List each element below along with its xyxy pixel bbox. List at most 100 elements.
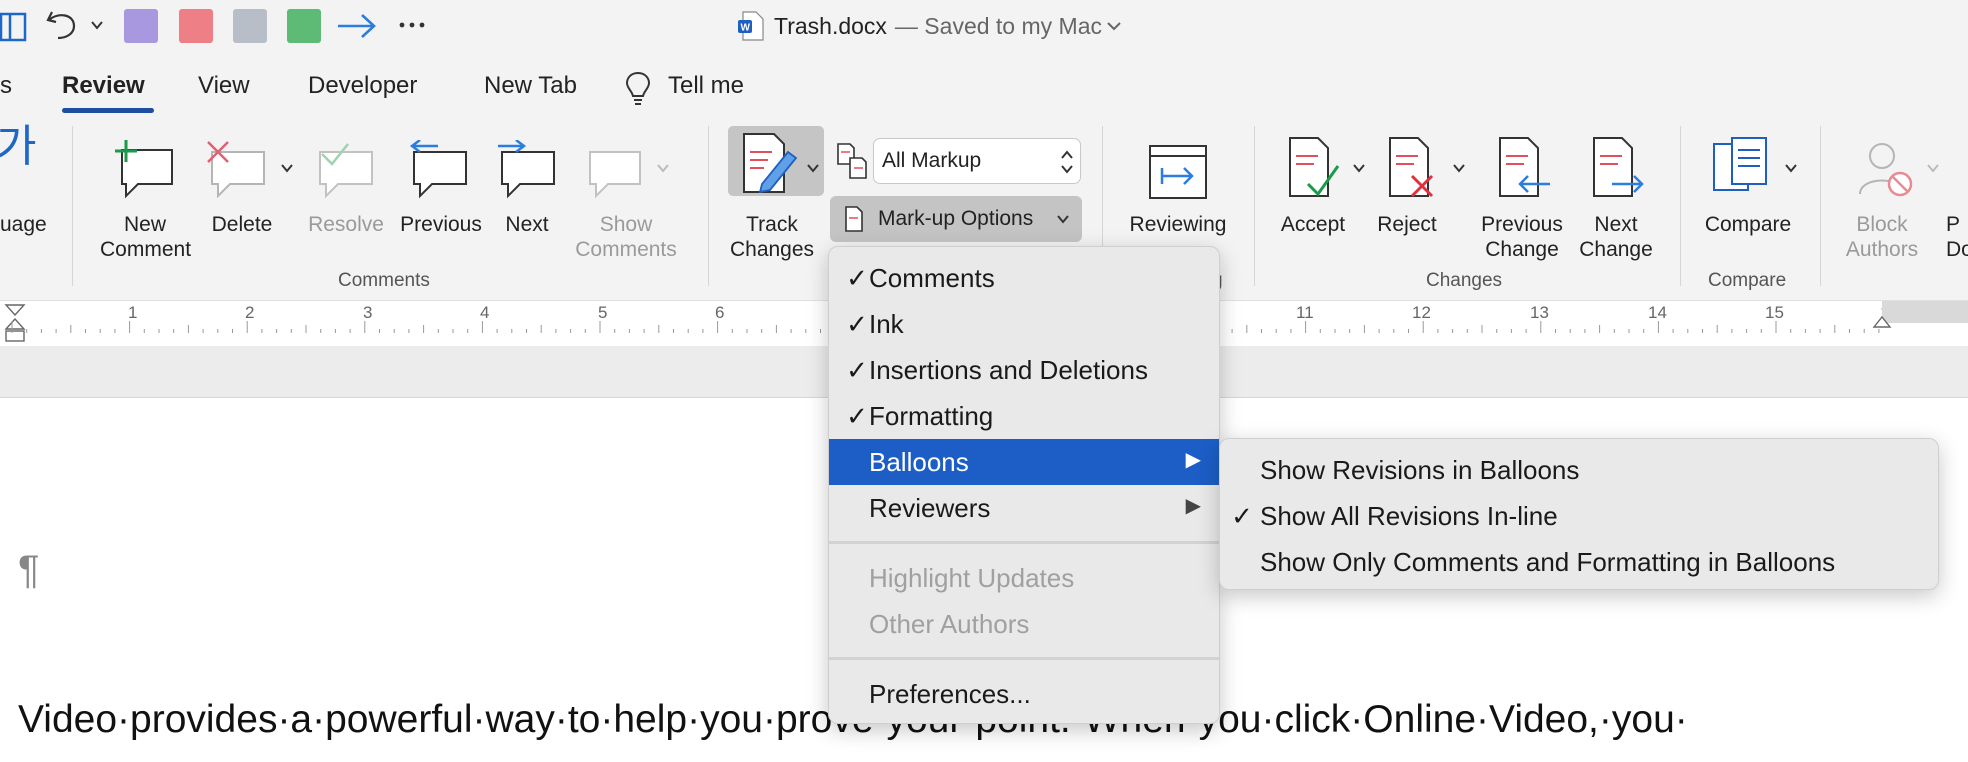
tab-developer[interactable]: Developer [308,72,417,100]
reject-dropdown-icon[interactable] [1452,162,1466,174]
color-swatch-gray[interactable] [233,9,267,43]
next-comment-button[interactable]: Next [490,126,564,266]
more-icon[interactable] [398,20,426,30]
block-authors-dropdown-icon[interactable] [1926,162,1940,174]
previous-comment-button[interactable]: Previous [396,126,486,266]
menu-item-balloons[interactable]: Balloons ▶ [829,439,1219,485]
menu-item-label: Preferences... [869,679,1031,709]
previous-change-icon [1499,137,1550,197]
language-button[interactable]: 가 uage [0,125,60,237]
ruler-margin-shade [1882,301,1968,323]
doc-name: Trash.docx [774,12,887,39]
show-comments-label: Show Comments [575,213,677,261]
show-comments-dropdown-icon[interactable] [656,162,670,174]
arrow-right-icon[interactable] [336,12,378,40]
block-authors-button[interactable]: Block Authors [1838,126,1942,266]
accept-button[interactable]: Accept [1276,126,1366,266]
color-swatch-purple[interactable] [124,9,158,43]
markup-options-button[interactable]: Mark-up Options [830,196,1082,242]
menu-item-label: Highlight Updates [869,563,1075,593]
partial-protect-button[interactable]: P Do [1944,126,1968,266]
partial-protect-label: P Do [1946,213,1968,261]
compare-dropdown-icon[interactable] [1784,162,1798,174]
delete-comment-button[interactable]: Delete [206,126,294,266]
tab-view[interactable]: View [198,72,250,100]
undo-dropdown-icon[interactable] [90,18,104,32]
balloons-submenu: Show Revisions in Balloons ✓ Show All Re… [1219,438,1939,590]
menu-item-show-all-revisions-inline[interactable]: ✓ Show All Revisions In-line [1220,493,1938,539]
menu-item-show-only-comments-formatting[interactable]: Show Only Comments and Formatting in Bal… [1220,539,1938,585]
svg-text:W: W [741,23,751,34]
show-comments-button[interactable]: Show Comments [570,126,682,266]
markup-options-label: Mark-up Options [878,207,1034,230]
ruler-number: 4 [480,303,490,322]
document-icon [845,206,863,232]
tab-new-tab[interactable]: New Tab [484,72,577,100]
separator [708,126,709,286]
check-icon: ✓ [846,309,868,339]
reviewing-label: Reviewing [1129,213,1227,236]
chevron-down-icon [1057,215,1069,224]
delete-dropdown-icon[interactable] [280,162,294,174]
menu-item-ink[interactable]: ✓ Ink [829,301,1219,347]
menu-item-insertions-deletions[interactable]: ✓ Insertions and Deletions [829,347,1219,393]
tab-partial[interactable]: s [0,72,12,100]
menu-item-label: Insertions and Deletions [869,355,1148,385]
previous-comment-icon [409,140,467,199]
color-swatch-green[interactable] [287,9,321,43]
tab-tell-me[interactable]: Tell me [668,72,744,100]
menu-item-label: Show Only Comments and Formatting in Bal… [1260,547,1836,577]
previous-change-button[interactable]: Previous Change [1474,126,1570,266]
reject-button[interactable]: Reject [1376,126,1466,266]
resolve-button[interactable]: Resolve [304,126,388,266]
ruler-number: 1 [128,303,138,322]
track-changes-label: Track Changes [729,213,815,261]
menu-item-label: Formatting [869,401,994,431]
language-label: uage [0,213,47,236]
right-indent-marker-icon[interactable] [1872,315,1892,329]
menu-item-label: Ink [869,309,904,339]
paragraph-mark: ¶ [18,548,40,592]
word-doc-icon: W [738,11,764,41]
document-title[interactable]: W Trash.docx — Saved to my Mac [738,10,1122,42]
resolve-label: Resolve [308,213,384,236]
ruler-number: 13 [1530,303,1549,322]
reviewing-pane-button[interactable]: Reviewing [1120,126,1236,266]
display-for-review-select[interactable]: All Markup [873,138,1081,184]
new-comment-button[interactable]: New Comment [100,126,191,266]
track-changes-button[interactable]: Track Changes [724,126,828,266]
menu-item-label: Reviewers [869,493,991,523]
ruler-number: 3 [363,303,373,322]
display-for-review-value: All Markup [882,149,982,172]
tab-review[interactable]: Review [62,72,145,100]
menu-item-reviewers[interactable]: Reviewers ▶ [829,485,1219,531]
new-comment-icon [115,140,173,199]
undo-icon[interactable] [44,8,80,42]
check-icon: ✓ [846,263,868,293]
track-changes-dropdown-icon[interactable] [806,162,820,174]
show-comments-icon [589,151,641,199]
menu-item-show-revisions-in-balloons[interactable]: Show Revisions in Balloons [1220,447,1938,493]
menu-separator [829,657,1219,660]
menu-separator [829,541,1219,544]
menu-item-highlight-updates[interactable]: Highlight Updates [829,555,1219,601]
sidebar-toggle-icon[interactable] [0,12,28,42]
ruler-number: 12 [1412,303,1431,322]
ruler-number: 5 [598,303,608,322]
compare-icon [1713,137,1767,191]
menu-item-other-authors[interactable]: Other Authors [829,601,1219,647]
chevron-down-icon [1107,22,1121,31]
menu-item-comments[interactable]: ✓ Comments [829,255,1219,301]
compare-button[interactable]: Compare [1696,126,1808,266]
menu-item-formatting[interactable]: ✓ Formatting [829,393,1219,439]
resolve-icon [319,143,373,199]
color-swatch-red[interactable] [179,9,213,43]
ruler-number: 11 [1296,303,1314,322]
next-change-button[interactable]: Next Change [1570,126,1662,266]
accept-dropdown-icon[interactable] [1352,162,1366,174]
menu-item-preferences[interactable]: Preferences... [829,671,1219,717]
track-changes-icon [743,133,798,194]
menu-item-label: Show All Revisions In-line [1260,501,1558,531]
compare-group-label: Compare [1708,270,1787,291]
next-comment-icon [498,140,555,199]
